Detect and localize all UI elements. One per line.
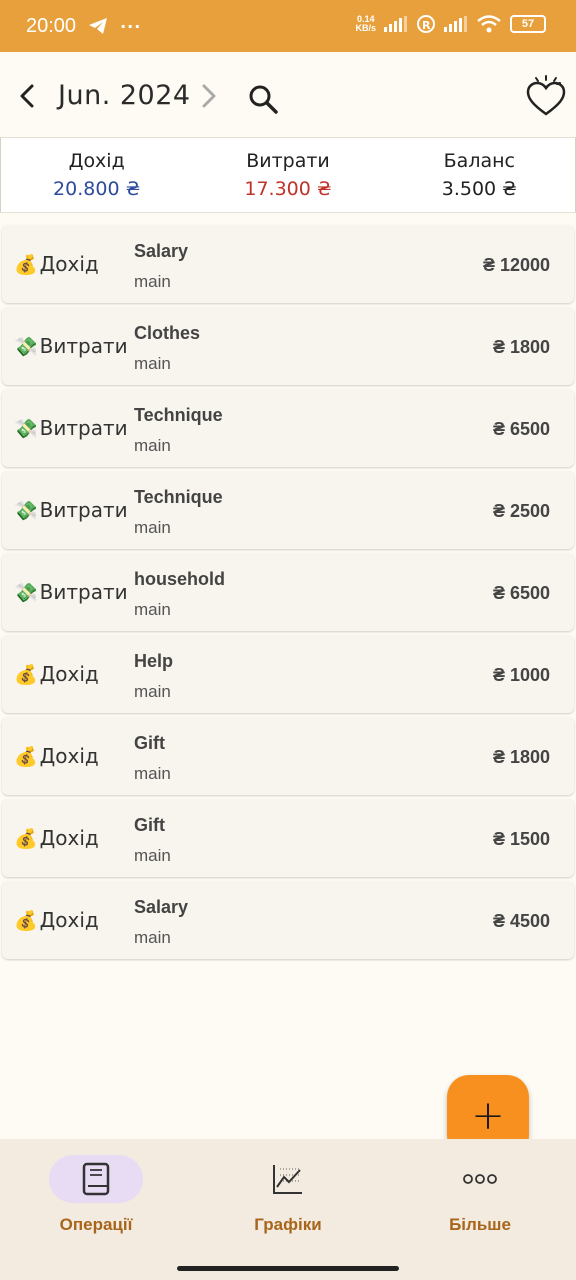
expense-label: Витрати	[246, 150, 330, 172]
transaction-account: main	[134, 846, 171, 865]
transaction-account: main	[134, 354, 171, 373]
transaction-category: Salary	[134, 241, 189, 261]
nav-operations[interactable]: Операції	[21, 1155, 171, 1235]
income-value: 20.800 ₴	[53, 178, 141, 200]
search-icon[interactable]	[246, 82, 280, 116]
transaction-type: Витрати	[39, 498, 128, 522]
money-bag-icon: 💰	[14, 827, 38, 850]
transaction-category: Gift	[134, 815, 165, 835]
status-bar: 20:00 ··· 0.14 KB/s R 57	[0, 0, 576, 52]
header: Jun. 2024	[0, 52, 576, 138]
transaction-type: Дохід	[39, 744, 99, 768]
month-title: Jun. 2024	[58, 80, 191, 111]
book-icon	[82, 1162, 110, 1196]
nav-more[interactable]: Більше	[405, 1155, 555, 1235]
transaction-account: main	[134, 600, 171, 619]
expense-summary: Витрати 17.300 ₴	[192, 138, 383, 212]
heart-icon[interactable]	[524, 74, 568, 118]
transaction-row[interactable]: 💰 Дохід Salary main ₴ 4500	[2, 881, 574, 959]
money-wings-icon: 💸	[14, 581, 38, 604]
summary-panel: Дохід 20.800 ₴ Витрати 17.300 ₴ Баланс 3…	[0, 137, 576, 213]
transaction-row[interactable]: 💸 Витрати Technique main ₴ 2500	[2, 471, 574, 549]
more-dots-icon	[463, 1174, 497, 1184]
transaction-amount: ₴ 1500	[492, 829, 550, 849]
balance-summary: Баланс 3.500 ₴	[384, 138, 575, 212]
chart-icon	[273, 1165, 302, 1194]
transaction-account: main	[134, 518, 171, 537]
transaction-category: Technique	[134, 487, 223, 507]
transaction-type: Витрати	[39, 416, 128, 440]
home-indicator[interactable]	[177, 1266, 399, 1271]
network-speed: 0.14 KB/s	[355, 14, 376, 33]
transaction-category: Salary	[134, 897, 189, 917]
transaction-category: Clothes	[134, 323, 201, 343]
money-bag-icon: 💰	[14, 745, 38, 768]
income-label: Дохід	[68, 150, 125, 172]
money-wings-icon: 💸	[14, 417, 38, 440]
more-notifications-icon: ···	[120, 16, 142, 36]
transaction-account: main	[134, 928, 171, 947]
nav-operations-label: Операції	[59, 1215, 133, 1234]
registered-icon: R	[417, 15, 435, 33]
transaction-account: main	[134, 272, 171, 291]
transaction-category: Technique	[134, 405, 223, 425]
plus-icon: +	[471, 1093, 505, 1139]
transaction-amount: ₴ 4500	[492, 911, 550, 931]
transaction-row[interactable]: 💰 Дохід Gift main ₴ 1800	[2, 717, 574, 795]
income-summary: Дохід 20.800 ₴	[1, 138, 192, 212]
balance-label: Баланс	[443, 150, 515, 172]
wifi-icon	[477, 15, 501, 33]
transaction-amount: ₴ 1800	[492, 747, 550, 767]
transaction-amount: ₴ 1800	[492, 337, 550, 357]
transaction-row[interactable]: 💸 Витрати Clothes main ₴ 1800	[2, 307, 574, 385]
transaction-account: main	[134, 682, 171, 701]
battery-indicator: 57	[510, 15, 546, 33]
transaction-type: Дохід	[39, 252, 99, 276]
money-bag-icon: 💰	[14, 663, 38, 686]
transaction-amount: ₴ 6500	[492, 583, 550, 603]
transaction-account: main	[134, 764, 171, 783]
telegram-icon	[89, 18, 108, 34]
transaction-type: Витрати	[39, 580, 128, 604]
transaction-amount: ₴ 12000	[482, 255, 550, 275]
transaction-list: 💰 Дохід Salary main ₴ 12000 💸 Витрати Clot…	[2, 225, 574, 963]
balance-value: 3.500 ₴	[441, 178, 517, 200]
transaction-amount: ₴ 1000	[492, 665, 550, 685]
nav-more-label: Більше	[449, 1215, 511, 1234]
money-wings-icon: 💸	[14, 335, 38, 358]
transaction-category: Gift	[134, 733, 165, 753]
transaction-type: Витрати	[39, 334, 128, 358]
status-time: 20:00	[26, 14, 77, 37]
transaction-row[interactable]: 💰 Дохід Gift main ₴ 1500	[2, 799, 574, 877]
signal-icon	[384, 16, 407, 32]
nav-charts[interactable]: Графіки	[213, 1155, 363, 1235]
bottom-nav: Операції Графіки Більше	[0, 1139, 576, 1280]
transaction-row[interactable]: 💰 Дохід Salary main ₴ 12000	[2, 225, 574, 303]
money-bag-icon: 💰	[14, 909, 38, 932]
chevron-left-icon[interactable]	[14, 82, 42, 110]
transaction-type: Дохід	[39, 662, 99, 686]
transaction-account: main	[134, 436, 171, 455]
transaction-amount: ₴ 2500	[492, 501, 550, 521]
transaction-type: Дохід	[39, 826, 99, 850]
money-wings-icon: 💸	[14, 499, 38, 522]
transaction-row[interactable]: 💸 Витрати household main ₴ 6500	[2, 553, 574, 631]
money-bag-icon: 💰	[14, 253, 38, 276]
svg-text:R: R	[422, 19, 431, 32]
nav-charts-label: Графіки	[254, 1215, 322, 1234]
transaction-category: household	[134, 569, 225, 589]
transaction-row[interactable]: 💸 Витрати Technique main ₴ 6500	[2, 389, 574, 467]
signal-icon-2	[444, 16, 467, 32]
transaction-amount: ₴ 6500	[492, 419, 550, 439]
expense-value: 17.300 ₴	[244, 178, 332, 200]
chevron-right-icon[interactable]	[194, 82, 222, 110]
transaction-row[interactable]: 💰 Дохід Help main ₴ 1000	[2, 635, 574, 713]
transaction-category: Help	[134, 651, 174, 671]
transaction-type: Дохід	[39, 908, 99, 932]
